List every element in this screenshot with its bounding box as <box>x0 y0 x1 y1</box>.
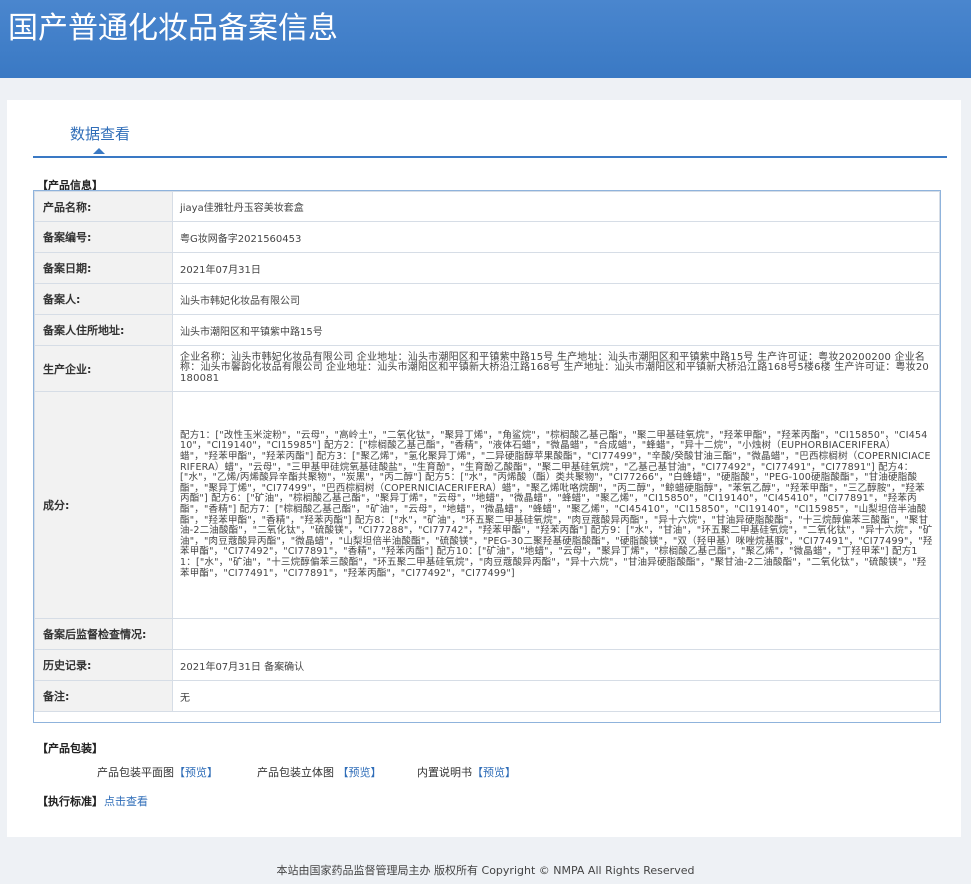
packaging-title: 【产品包装】 <box>37 742 103 755</box>
value-ingredients: 配方1：["改性玉米淀粉"，"云母"，"高岭土"，"二氧化钛"，"聚异丁烯"，"… <box>172 391 940 619</box>
packaging-item-3d: 产品包装立体图 【预览】 <box>257 764 382 780</box>
value-record-number: 粤G妆网备字2021560453 <box>172 221 940 253</box>
label-post-inspection: 备案后监督检查情况: <box>34 618 173 650</box>
preview-link[interactable]: 【预览】 <box>338 766 382 779</box>
packaging-item-label: 产品包装立体图 <box>257 766 334 779</box>
standard-title: 【执行标准】 <box>37 795 103 808</box>
table-row: 成分: 配方1：["改性玉米淀粉"，"云母"，"高岭土"，"二氧化钛"，"聚异丁… <box>34 391 940 619</box>
label-registrant-address: 备案人住所地址: <box>34 314 173 346</box>
value-record-date: 2021年07月31日 <box>172 252 940 284</box>
value-history: 2021年07月31日 备案确认 <box>172 649 940 681</box>
packaging-item-label: 内置说明书 <box>417 766 472 779</box>
table-row: 备案日期: 2021年07月31日 <box>34 252 940 284</box>
table-row: 产品名称: jiaya佳雅牡丹玉容美妆套盒 <box>34 191 940 222</box>
preview-link[interactable]: 【预览】 <box>472 766 516 779</box>
table-row: 备案人住所地址: 汕头市潮阳区和平镇紫中路15号 <box>34 314 940 346</box>
table-row: 生产企业: 企业名称：汕头市韩妃化妆品有限公司 企业地址：汕头市潮阳区和平镇紫中… <box>34 345 940 392</box>
page-header: 国产普通化妆品备案信息 <box>0 0 971 78</box>
packaging-item-plan: 产品包装平面图【预览】 <box>97 764 218 780</box>
tab-active-indicator <box>93 148 105 154</box>
product-info-box: 产品名称: jiaya佳雅牡丹玉容美妆套盒 备案编号: 粤G妆网备字202156… <box>33 190 941 723</box>
value-product-name: jiaya佳雅牡丹玉容美妆套盒 <box>172 191 940 222</box>
label-record-number: 备案编号: <box>34 221 173 253</box>
preview-link[interactable]: 【预览】 <box>174 766 218 779</box>
tab-underline <box>33 152 947 158</box>
value-manufacturer: 企业名称：汕头市韩妃化妆品有限公司 企业地址：汕头市潮阳区和平镇紫中路15号 生… <box>172 345 940 392</box>
value-remarks: 无 <box>172 680 940 712</box>
label-history: 历史记录: <box>34 649 173 681</box>
label-manufacturer: 生产企业: <box>34 345 173 392</box>
label-remarks: 备注: <box>34 680 173 712</box>
packaging-item-label: 产品包装平面图 <box>97 766 174 779</box>
table-row: 历史记录: 2021年07月31日 备案确认 <box>34 649 940 681</box>
table-row: 备案编号: 粤G妆网备字2021560453 <box>34 221 940 253</box>
label-product-name: 产品名称: <box>34 191 173 222</box>
product-info-table: 产品名称: jiaya佳雅牡丹玉容美妆套盒 备案编号: 粤G妆网备字202156… <box>34 191 940 712</box>
table-row: 备案后监督检查情况: <box>34 618 940 650</box>
footer-copyright: 本站由国家药品监督管理局主办 版权所有 Copyright © NMPA All… <box>276 864 695 877</box>
value-post-inspection <box>172 618 940 650</box>
packaging-item-manual: 内置说明书【预览】 <box>417 764 516 780</box>
page-title: 国产普通化妆品备案信息 <box>8 11 338 46</box>
value-registrant-address: 汕头市潮阳区和平镇紫中路15号 <box>172 314 940 346</box>
label-record-date: 备案日期: <box>34 252 173 284</box>
standard-view-link[interactable]: 点击查看 <box>104 793 148 809</box>
main-panel: 数据查看 【产品信息】 产品名称: jiaya佳雅牡丹玉容美妆套盒 备案编号: … <box>7 100 961 837</box>
label-ingredients: 成分: <box>34 391 173 619</box>
tab-data-view[interactable]: 数据查看 <box>70 123 130 144</box>
value-registrant: 汕头市韩妃化妆品有限公司 <box>172 283 940 315</box>
table-row: 备案人: 汕头市韩妃化妆品有限公司 <box>34 283 940 315</box>
table-row: 备注: 无 <box>34 680 940 712</box>
label-registrant: 备案人: <box>34 283 173 315</box>
